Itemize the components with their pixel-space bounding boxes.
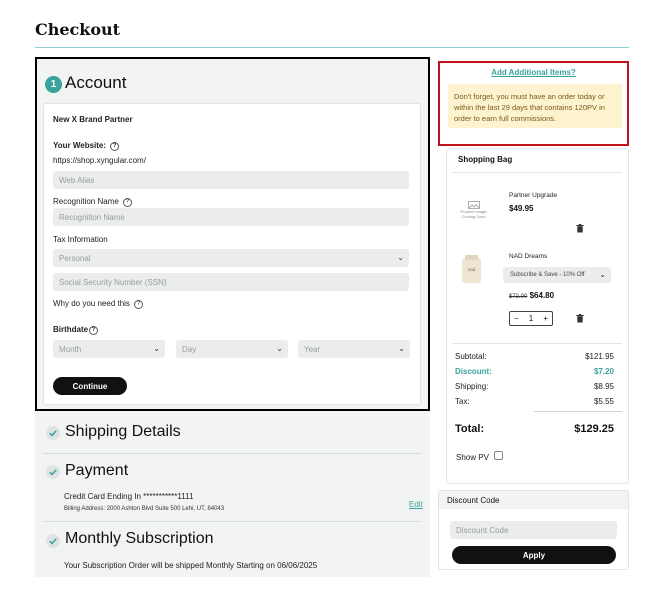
- image-icon: [467, 201, 480, 209]
- birth-day-select[interactable]: Day ⌄: [176, 340, 288, 358]
- apply-button[interactable]: Apply: [452, 546, 616, 564]
- recognition-label-row: Recognition Name?: [53, 197, 132, 207]
- item-price: $64.80: [529, 291, 555, 300]
- why-need-label: Why do you need this: [53, 299, 130, 308]
- divider: [452, 172, 622, 173]
- help-icon[interactable]: ?: [89, 325, 99, 335]
- birth-year-value: Year: [304, 344, 321, 354]
- tax-information-label: Tax Information: [53, 235, 108, 244]
- show-pv-label: Show PV: [456, 453, 489, 462]
- continue-button[interactable]: Continue: [53, 377, 127, 395]
- checkmark-icon: [46, 534, 60, 548]
- title-divider: [35, 47, 629, 48]
- total-value: $129.25: [574, 423, 614, 435]
- discount-value: $7.20: [593, 367, 614, 376]
- checkmark-icon: [46, 465, 60, 479]
- birth-month-value: Month: [59, 344, 82, 354]
- website-label: Your Website:: [53, 141, 107, 150]
- divider: [534, 411, 622, 412]
- product-image-placeholder: Product Image Coming Soon: [456, 196, 491, 224]
- help-icon[interactable]: ?: [110, 141, 120, 151]
- trash-icon[interactable]: [576, 224, 584, 233]
- edit-payment-link[interactable]: Edit: [409, 500, 423, 509]
- ssn-input[interactable]: Social Security Number (SSN): [53, 273, 409, 291]
- birth-day-value: Day: [182, 344, 197, 354]
- website-label-row: Your Website:?: [53, 141, 120, 151]
- item-price: $49.95: [509, 204, 534, 213]
- decrement-button[interactable]: −: [514, 314, 519, 323]
- subscription-option-value: Subscribe & Save - 10% Off: [510, 272, 585, 278]
- shipping-heading[interactable]: Shipping Details: [65, 423, 181, 441]
- divider: [43, 521, 421, 522]
- chevron-down-icon: ⌄: [398, 344, 405, 353]
- birthdate-label: Birthdate: [53, 325, 89, 334]
- shopping-bag-title: Shopping Bag: [458, 155, 513, 164]
- item-name: NAD Dreams: [509, 253, 548, 260]
- image-placeholder-text: Product Image Coming Soon: [460, 209, 487, 219]
- show-pv-checkbox[interactable]: [494, 451, 503, 460]
- total-label: Total:: [455, 423, 485, 435]
- product-image: nad: [462, 255, 481, 283]
- tax-value: $5.55: [593, 397, 614, 406]
- website-url: https://shop.xyngular.com/: [53, 156, 146, 165]
- chevron-down-icon: ⌄: [276, 344, 283, 353]
- birth-year-select[interactable]: Year ⌄: [298, 340, 410, 358]
- discount-code-title: Discount Code: [439, 491, 628, 509]
- birthdate-label-row: Birthdate?: [53, 325, 99, 335]
- divider: [43, 453, 421, 454]
- birth-month-select[interactable]: Month ⌄: [53, 340, 165, 358]
- item-price-row: $72.00 $64.80: [509, 291, 554, 300]
- web-alias-input[interactable]: Web Alias: [53, 171, 409, 189]
- discount-label: Discount:: [455, 367, 492, 376]
- subtotal-value: $121.95: [585, 352, 614, 361]
- svg-text:nad: nad: [468, 267, 476, 272]
- account-heading: Account: [65, 73, 127, 92]
- subtotal-label: Subtotal:: [455, 352, 487, 361]
- payment-heading[interactable]: Payment: [65, 462, 128, 480]
- tax-type-value: Personal: [59, 253, 91, 263]
- increment-button[interactable]: +: [543, 314, 548, 323]
- shipping-label: Shipping:: [455, 382, 489, 391]
- subscription-note: Your Subscription Order will be shipped …: [64, 561, 318, 570]
- page-title: Checkout: [35, 20, 121, 39]
- original-price: $72.00: [509, 294, 528, 300]
- chevron-down-icon: ⌄: [599, 270, 606, 279]
- commission-notice-message: Don't forget, you must have an order tod…: [448, 84, 622, 128]
- add-additional-items-link[interactable]: Add Additional Items?: [438, 68, 629, 77]
- quantity-stepper[interactable]: − 1 +: [509, 311, 553, 326]
- subscription-option-select[interactable]: Subscribe & Save - 10% Off ⌄: [503, 267, 611, 283]
- billing-address-text: Billing Address: 2000 Ashton Blvd Suite …: [64, 506, 225, 512]
- recognition-name-input[interactable]: Recognition Name: [53, 208, 409, 226]
- help-icon[interactable]: ?: [122, 197, 132, 207]
- chevron-down-icon: ⌄: [397, 253, 404, 262]
- why-need-row[interactable]: Why do you need this?: [53, 299, 143, 309]
- step-number-badge: 1: [45, 76, 62, 93]
- item-name: Partner Upgrade: [509, 192, 558, 199]
- shipping-value: $8.95: [593, 382, 614, 391]
- recognition-label: Recognition Name: [53, 197, 119, 206]
- card-ending-text: Credit Card Ending In ***********1111: [64, 492, 194, 501]
- divider: [452, 343, 622, 344]
- trash-icon[interactable]: [576, 314, 584, 323]
- checkmark-icon: [46, 426, 60, 440]
- subscription-heading[interactable]: Monthly Subscription: [65, 530, 214, 548]
- chevron-down-icon: ⌄: [153, 344, 160, 353]
- quantity-value[interactable]: 1: [529, 314, 533, 323]
- tax-type-select[interactable]: Personal ⌄: [53, 249, 409, 267]
- brand-partner-label: New X Brand Partner: [53, 115, 133, 124]
- tax-label: Tax:: [455, 397, 470, 406]
- discount-code-input[interactable]: Discount Code: [450, 521, 617, 539]
- help-icon[interactable]: ?: [133, 299, 143, 309]
